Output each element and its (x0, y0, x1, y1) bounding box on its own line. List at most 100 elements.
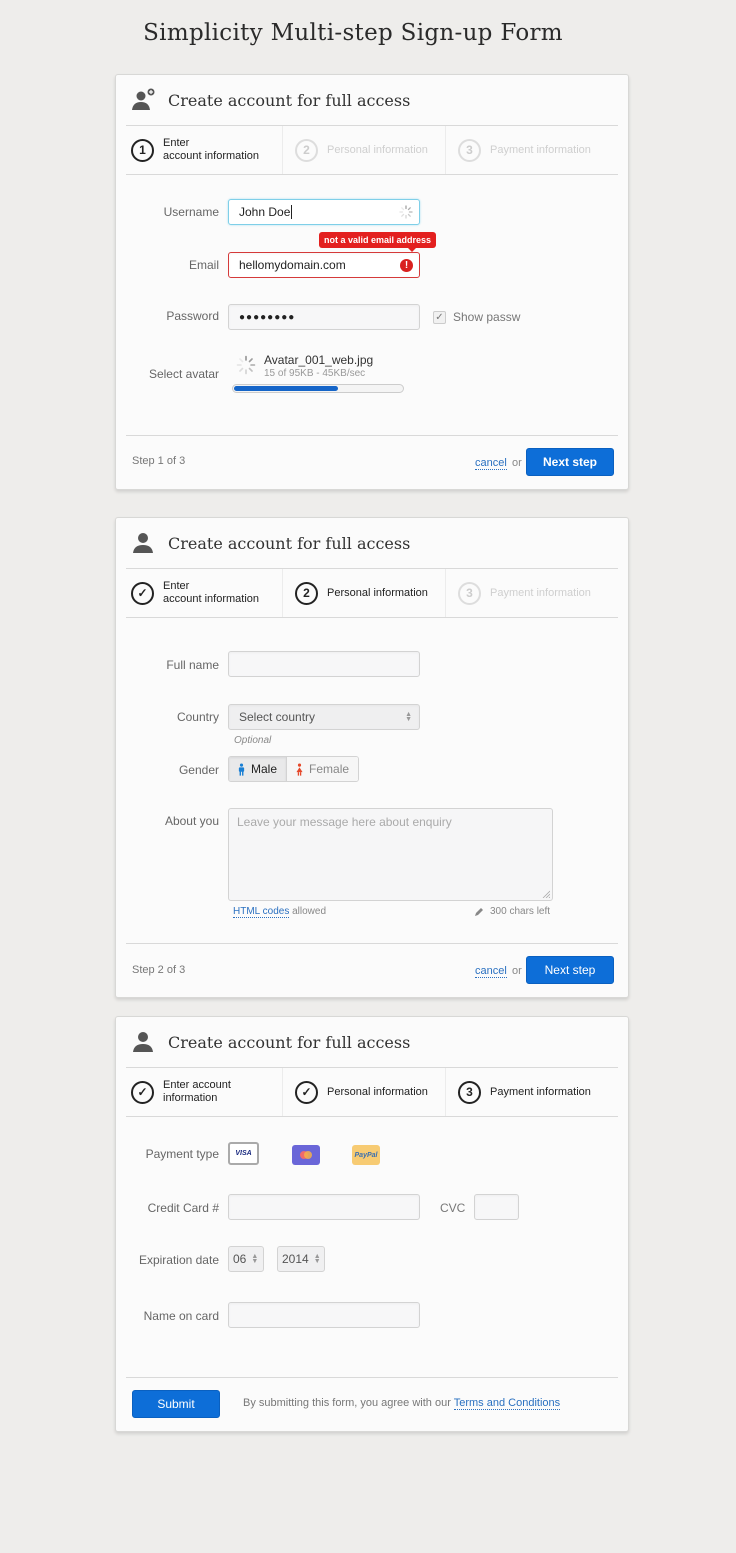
mastercard-icon (300, 1151, 312, 1159)
name-on-card-label: Name on card (143, 1309, 219, 1323)
step-2[interactable]: 2 Personal information (283, 126, 446, 174)
about-label: About you (164, 814, 219, 828)
about-textarea[interactable]: Leave your message here about enquiry (228, 808, 553, 901)
female-label: Female (309, 762, 350, 776)
password-input[interactable]: ●●●●●●●● (228, 304, 420, 330)
fullname-label: Full name (166, 658, 219, 672)
divider (126, 943, 618, 944)
step-number: 3 (458, 581, 481, 605)
step-number: 2 (295, 581, 318, 605)
terms-link[interactable]: Terms and Conditions (453, 1397, 561, 1410)
next-step-button[interactable]: Next step (526, 956, 614, 984)
username-label: Username (163, 205, 219, 219)
cancel-link[interactable]: cancel (475, 965, 507, 978)
next-step-button[interactable]: Next step (526, 448, 614, 476)
step-label-line1: Enter (163, 580, 190, 592)
agree-text: By submitting this form, you agree with … (243, 1397, 561, 1410)
country-value: Select country (239, 710, 316, 724)
gender-female-option[interactable]: Female (287, 757, 359, 781)
submit-button[interactable]: Submit (132, 1390, 220, 1418)
step-1[interactable]: 1 Enter account information (126, 126, 283, 174)
expiration-month-select[interactable]: 06 ▲ ▼ (228, 1246, 264, 1272)
upload-status: 15 of 95KB - 45KB/sec (264, 368, 366, 379)
visa-option[interactable]: VISA (228, 1142, 259, 1165)
show-password-label: Show passw (453, 310, 521, 324)
html-note: HTML codes allowed (233, 906, 327, 918)
gender-label: Gender (178, 763, 219, 777)
male-label: Male (251, 762, 278, 776)
year-value: 2014 (282, 1252, 309, 1266)
paypal-icon: PayPal (354, 1151, 378, 1159)
select-arrows-icon: ▲ ▼ (251, 1253, 259, 1265)
card-title: Create account for full access (168, 90, 411, 110)
email-value: hellomydomain.com (239, 258, 346, 272)
step-3[interactable]: 3 Payment information (446, 126, 618, 174)
user-icon (133, 1032, 153, 1052)
card-number-label: Credit Card # (147, 1201, 219, 1215)
html-suffix: allowed (292, 906, 327, 917)
male-icon (238, 763, 245, 776)
avatar-label: Select avatar (148, 367, 219, 381)
user-add-icon (132, 88, 155, 110)
upload-progress-bar (232, 384, 404, 393)
divider (126, 435, 618, 436)
gender-male-option[interactable]: Male (229, 757, 288, 781)
payment-type-label: Payment type (145, 1147, 219, 1161)
show-password-checkbox[interactable]: ✓ (433, 311, 446, 324)
pencil-icon (475, 908, 483, 916)
email-input[interactable]: hellomydomain.com ! (228, 252, 420, 278)
card-number-input[interactable] (228, 1194, 420, 1220)
step-label-line2: account information (163, 593, 259, 605)
check-icon: ✓ (295, 1080, 318, 1104)
step-label: Personal information (327, 586, 428, 599)
paypal-option[interactable]: PayPal (352, 1145, 380, 1165)
step-indicator: 1 Enter account information 2 Personal i… (126, 126, 618, 175)
step-label: Payment information (490, 586, 591, 599)
page-title: Simplicity Multi-step Sign-up Form (143, 20, 563, 46)
expiration-label: Expiration date (138, 1253, 219, 1267)
step-1[interactable]: ✓ Enter account information (126, 1068, 283, 1116)
card-title: Create account for full access (168, 1032, 411, 1052)
select-arrows-icon: ▲ ▼ (405, 711, 412, 723)
html-codes-link[interactable]: HTML codes (233, 906, 290, 918)
step-1[interactable]: ✓ Enter account information (126, 569, 283, 617)
upload-spinner-icon (236, 355, 256, 375)
step-label: Enter account information (163, 580, 259, 606)
step-2[interactable]: ✓ Personal information (283, 1068, 446, 1116)
error-icon: ! (400, 259, 413, 272)
email-error-tooltip: not a valid email address (319, 232, 437, 252)
step1-card: Create account for full access 1 Enter a… (115, 74, 629, 490)
step-label-line2: account information (163, 150, 259, 162)
gender-toggle: Male Female (228, 756, 360, 782)
female-icon (296, 763, 303, 776)
cvc-label: CVC (440, 1201, 466, 1215)
step-label-line1: Enter (163, 137, 190, 149)
visa-icon: VISA (235, 1150, 252, 1157)
step-label-line1: Enter account (163, 1079, 231, 1091)
step-label: Enter account information (163, 137, 259, 163)
text-cursor (291, 205, 293, 219)
step-3[interactable]: 3 Payment information (446, 569, 618, 617)
expiration-year-select[interactable]: 2014 ▲ ▼ (277, 1246, 325, 1272)
cancel-link[interactable]: cancel (475, 457, 507, 470)
step-2[interactable]: 2 Personal information (283, 569, 446, 617)
fullname-input[interactable] (228, 651, 420, 677)
step-count: Step 2 of 3 (132, 964, 186, 976)
or-text: or (512, 965, 522, 977)
name-on-card-input[interactable] (228, 1302, 420, 1328)
step-count: Step 1 of 3 (132, 455, 186, 467)
check-icon: ✓ (131, 1080, 154, 1104)
avatar-filename: Avatar_001_web.jpg (264, 353, 374, 367)
step-3[interactable]: 3 Payment information (446, 1068, 618, 1116)
step-number: 2 (295, 138, 318, 162)
country-select[interactable]: Select country ▲ ▼ (228, 704, 420, 730)
mastercard-option[interactable] (292, 1145, 320, 1165)
step3-card: Create account for full access ✓ Enter a… (115, 1016, 629, 1432)
resize-handle-icon[interactable] (542, 890, 550, 898)
cvc-input[interactable] (474, 1194, 519, 1220)
user-icon (133, 533, 153, 553)
step-indicator: ✓ Enter account information ✓ Personal i… (126, 1068, 618, 1117)
username-input[interactable]: John Doe (228, 199, 420, 225)
agree-text-body: By submitting this form, you agree with … (243, 1397, 451, 1409)
country-label: Country (176, 710, 219, 724)
